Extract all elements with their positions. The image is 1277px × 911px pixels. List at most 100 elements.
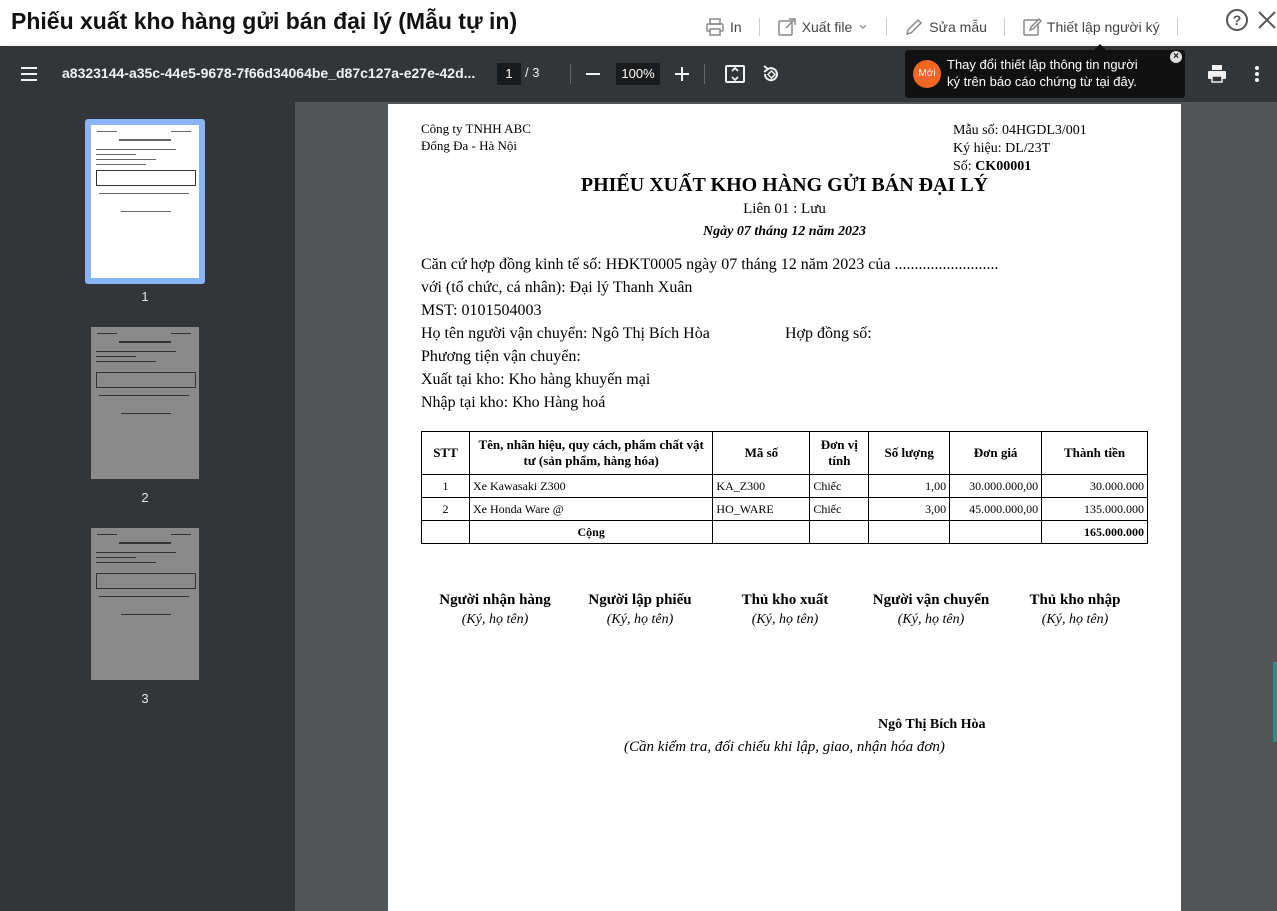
cell-price: 45.000.000,00 [949, 497, 1043, 521]
signature-receiver: Người nhận hàng (Ký, họ tên) [439, 592, 551, 627]
title-actions: In Xuất file Sửa mẫu Thiết lập người ký [705, 14, 1195, 40]
signer-name: Ngô Thị Bích Hòa [878, 717, 986, 732]
cell-stt: 2 [421, 497, 470, 521]
fit-page-icon[interactable] [724, 63, 746, 85]
zoom-in-icon[interactable] [673, 64, 691, 84]
page-thumbnail-3[interactable] [91, 528, 199, 680]
signer-tooltip: Mới Thay đổi thiết lập thông tin người k… [905, 50, 1185, 98]
form-number: Mẫu số: 04HGDL3/001 [953, 123, 1087, 138]
window-title: Phiếu xuất kho hàng gửi bán đại lý (Mẫu … [11, 8, 518, 34]
header-price: Đơn giá [949, 431, 1043, 475]
page-total: / 3 [525, 65, 540, 80]
export-icon [777, 18, 796, 36]
close-icon[interactable] [1256, 9, 1277, 31]
table-header-row: STT Tên, nhãn hiệu, quy cách, phẩm chất … [421, 431, 1148, 475]
zoom-input[interactable]: 100% [616, 63, 660, 85]
company-block: Công ty TNHH ABC Đống Đa - Hà Nội [421, 120, 531, 154]
total-label: Cộng [468, 520, 714, 544]
items-table: STT Tên, nhãn hiệu, quy cách, phẩm chất … [421, 431, 1148, 544]
document-page: Công ty TNHH ABC Đống Đa - Hà Nội Mẫu số… [388, 104, 1181, 911]
pencil-icon [906, 18, 923, 36]
cell-quantity: 1,00 [868, 474, 951, 498]
thumbnail-label: 3 [141, 691, 149, 706]
signer-settings-label: Thiết lập người ký [1046, 19, 1160, 35]
divider [570, 64, 571, 84]
cell-price: 30.000.000,00 [949, 474, 1043, 498]
divider [758, 18, 760, 36]
tooltip-text: Thay đổi thiết lập thông tin người ký tr… [947, 57, 1138, 89]
cell-quantity: 3,00 [868, 497, 951, 521]
cell-stt: 1 [421, 474, 470, 498]
carrier-contract: Hợp đồng số: [785, 325, 872, 342]
tax-line: MST: 0101504003 [421, 302, 542, 319]
header-code: Mã số [712, 431, 811, 475]
page-thumbnail-1[interactable] [91, 125, 199, 278]
divider [886, 18, 888, 36]
tooltip-close-icon[interactable]: × [1170, 51, 1182, 63]
edit-template-button[interactable]: Sửa mẫu [904, 17, 987, 37]
cell-amount: 30.000.000 [1041, 474, 1148, 498]
chevron-down-icon [859, 24, 867, 30]
pdf-filename: a8323144-a35c-44e5-9678-7f66d34064be_d87… [62, 65, 476, 81]
header-stt: STT [421, 431, 470, 475]
cell-amount: 135.000.000 [1041, 497, 1148, 521]
form-info: Mẫu số: 04HGDL3/001 Ký hiệu: DL/23T Số: … [953, 122, 1087, 176]
vehicle-line: Phương tiện vận chuyển: [421, 348, 581, 365]
header-quantity: Số lượng [868, 431, 951, 475]
table-total-row: Cộng 165.000.000 [421, 520, 1148, 544]
rotate-icon[interactable] [760, 63, 782, 85]
edit-template-label: Sửa mẫu [929, 19, 987, 35]
more-options-icon[interactable] [1249, 63, 1265, 85]
menu-icon[interactable] [19, 64, 39, 84]
company-address: Đống Đa - Hà Nội [421, 138, 518, 153]
form-symbol: Ký hiệu: DL/23T [953, 141, 1051, 156]
page-number-input[interactable]: 1 [497, 63, 521, 85]
divider [1003, 18, 1005, 36]
thumbnail-label: 2 [141, 490, 149, 505]
document-title: PHIẾU XUẤT KHO HÀNG GỬI BÁN ĐẠI LÝ [580, 174, 989, 196]
cell-code: KA_Z300 [712, 474, 811, 498]
page-thumbnail-2[interactable] [91, 327, 199, 479]
divider [1176, 18, 1178, 36]
print-button[interactable]: In [705, 17, 742, 37]
thumbnail-label: 1 [141, 289, 149, 304]
party-line: với (tổ chức, cá nhân): Đại lý Thanh Xuâ… [421, 279, 693, 296]
company-name: Công ty TNHH ABC [421, 121, 531, 136]
cell-unit: Chiếc [809, 497, 870, 521]
signature-receiving-keeper: Thủ kho nhập (Ký, họ tên) [1029, 592, 1121, 627]
table-row: 1 Xe Kawasaki Z300 KA_Z300 Chiếc 1,00 30… [421, 474, 1148, 498]
table-row: 2 Xe Honda Ware @ HO_WARE Chiếc 3,00 45.… [421, 497, 1148, 521]
divider [704, 64, 705, 84]
printer-icon [706, 18, 724, 36]
header-unit: Đơn vị tính [809, 431, 870, 475]
header-name: Tên, nhãn hiệu, quy cách, phẩm chất vật … [468, 431, 714, 475]
signature-preparer: Người lập phiếu (Ký, họ tên) [588, 592, 692, 627]
from-warehouse: Xuất tại kho: Kho hàng khuyến mại [421, 371, 651, 388]
help-icon[interactable]: ? [1226, 9, 1248, 31]
signer-settings-button[interactable]: Thiết lập người ký [1022, 17, 1160, 37]
edit-signer-icon [1023, 17, 1042, 36]
title-bar: Phiếu xuất kho hàng gửi bán đại lý (Mẫu … [0, 0, 1277, 46]
signature-issuing-keeper: Thủ kho xuất (Ký, họ tên) [741, 592, 829, 627]
cell-name: Xe Honda Ware @ [468, 497, 714, 521]
cell-unit: Chiếc [809, 474, 870, 498]
signature-carrier: Người vận chuyển (Ký, họ tên) [872, 592, 990, 627]
doc-number-value: CK00001 [975, 159, 1032, 174]
document-footnote: (Cần kiểm tra, đối chiếu khi lập, giao, … [624, 739, 945, 755]
to-warehouse: Nhập tại kho: Kho Hàng hoá [421, 394, 606, 411]
cell-name: Xe Kawasaki Z300 [468, 474, 714, 498]
carrier-line: Họ tên người vận chuyển: Ngô Thị Bích Hò… [421, 325, 710, 342]
new-badge: Mới [913, 60, 941, 88]
contract-line: Căn cứ hợp đồng kinh tế số: HĐKT0005 ngà… [421, 256, 999, 273]
pdf-print-icon[interactable] [1206, 63, 1228, 85]
scrollbar-marker [1273, 662, 1277, 742]
copy-line: Liên 01 : Lưu [743, 201, 826, 217]
total-amount: 165.000.000 [1041, 520, 1148, 544]
print-label: In [730, 19, 742, 35]
header-amount: Thành tiền [1041, 431, 1148, 475]
cell-code: HO_WARE [712, 497, 811, 521]
document-date: Ngày 07 tháng 12 năm 2023 [703, 224, 866, 239]
export-file-button[interactable]: Xuất file [777, 17, 870, 37]
zoom-out-icon[interactable] [584, 64, 602, 84]
export-label: Xuất file [801, 19, 853, 35]
